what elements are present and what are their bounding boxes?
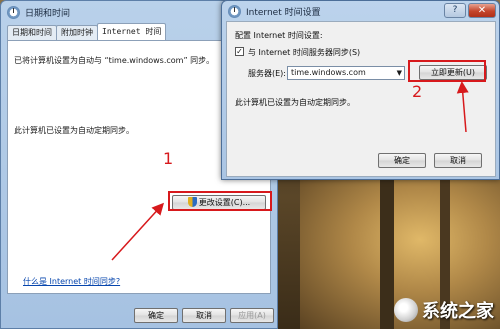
close-button[interactable]: ✕ [468, 3, 496, 18]
sync-status-text: 已将计算机设置为自动与 “time.windows.com” 同步。 [14, 56, 215, 65]
tab-date-time[interactable]: 日期和时间 [7, 25, 57, 40]
config-label: 配置 Internet 时间设置: [235, 31, 323, 40]
auto-sync-text: 此计算机已设置为自动定期同步。 [14, 126, 134, 135]
internet-time-settings-window: Internet 时间设置 ? ✕ 配置 Internet 时间设置: ✓ 与 … [221, 0, 500, 180]
server-dropdown[interactable]: time.windows.com ▼ [287, 66, 405, 80]
ok-button[interactable]: 确定 [134, 308, 178, 323]
cancel-button[interactable]: 取消 [182, 308, 226, 323]
highlight-change-settings [168, 191, 272, 211]
dialog-button-bar: 确定 取消 应用(A) [1, 297, 277, 329]
help-link[interactable]: 什么是 Internet 时间同步? [23, 276, 120, 287]
tab-strip: 日期和时间 附加时钟 Internet 时间 [7, 23, 167, 40]
watermark-logo-icon [394, 298, 418, 322]
tab-internet-time[interactable]: Internet 时间 [97, 23, 167, 40]
wallpaper-pillar [380, 175, 394, 329]
ok-button[interactable]: 确定 [378, 153, 426, 168]
sync-checkbox-label[interactable]: 与 Internet 时间服务器同步(S) [248, 47, 360, 58]
sync-checkbox[interactable]: ✓ [235, 47, 244, 56]
server-label: 服务器(E): [248, 69, 286, 78]
status-text: 此计算机已设置为自动定期同步。 [235, 98, 355, 107]
step-number-2: 2 [412, 82, 423, 101]
step-number-1: 1 [163, 149, 174, 168]
server-value: time.windows.com [291, 68, 366, 77]
watermark: 系统之家 [394, 297, 494, 323]
settings-panel: 配置 Internet 时间设置: ✓ 与 Internet 时间服务器同步(S… [226, 21, 496, 177]
cancel-button[interactable]: 取消 [434, 153, 482, 168]
clock-icon [7, 5, 20, 19]
help-button[interactable]: ? [444, 3, 466, 18]
window-title: Internet 时间设置 [246, 7, 321, 18]
highlight-update-now [408, 60, 486, 82]
tab-additional-clocks[interactable]: 附加时钟 [56, 25, 98, 40]
chevron-down-icon: ▼ [396, 69, 402, 77]
window-title: 日期和时间 [25, 8, 71, 19]
watermark-text: 系统之家 [422, 301, 494, 322]
clock-icon [228, 4, 241, 18]
apply-button[interactable]: 应用(A) [230, 308, 274, 323]
